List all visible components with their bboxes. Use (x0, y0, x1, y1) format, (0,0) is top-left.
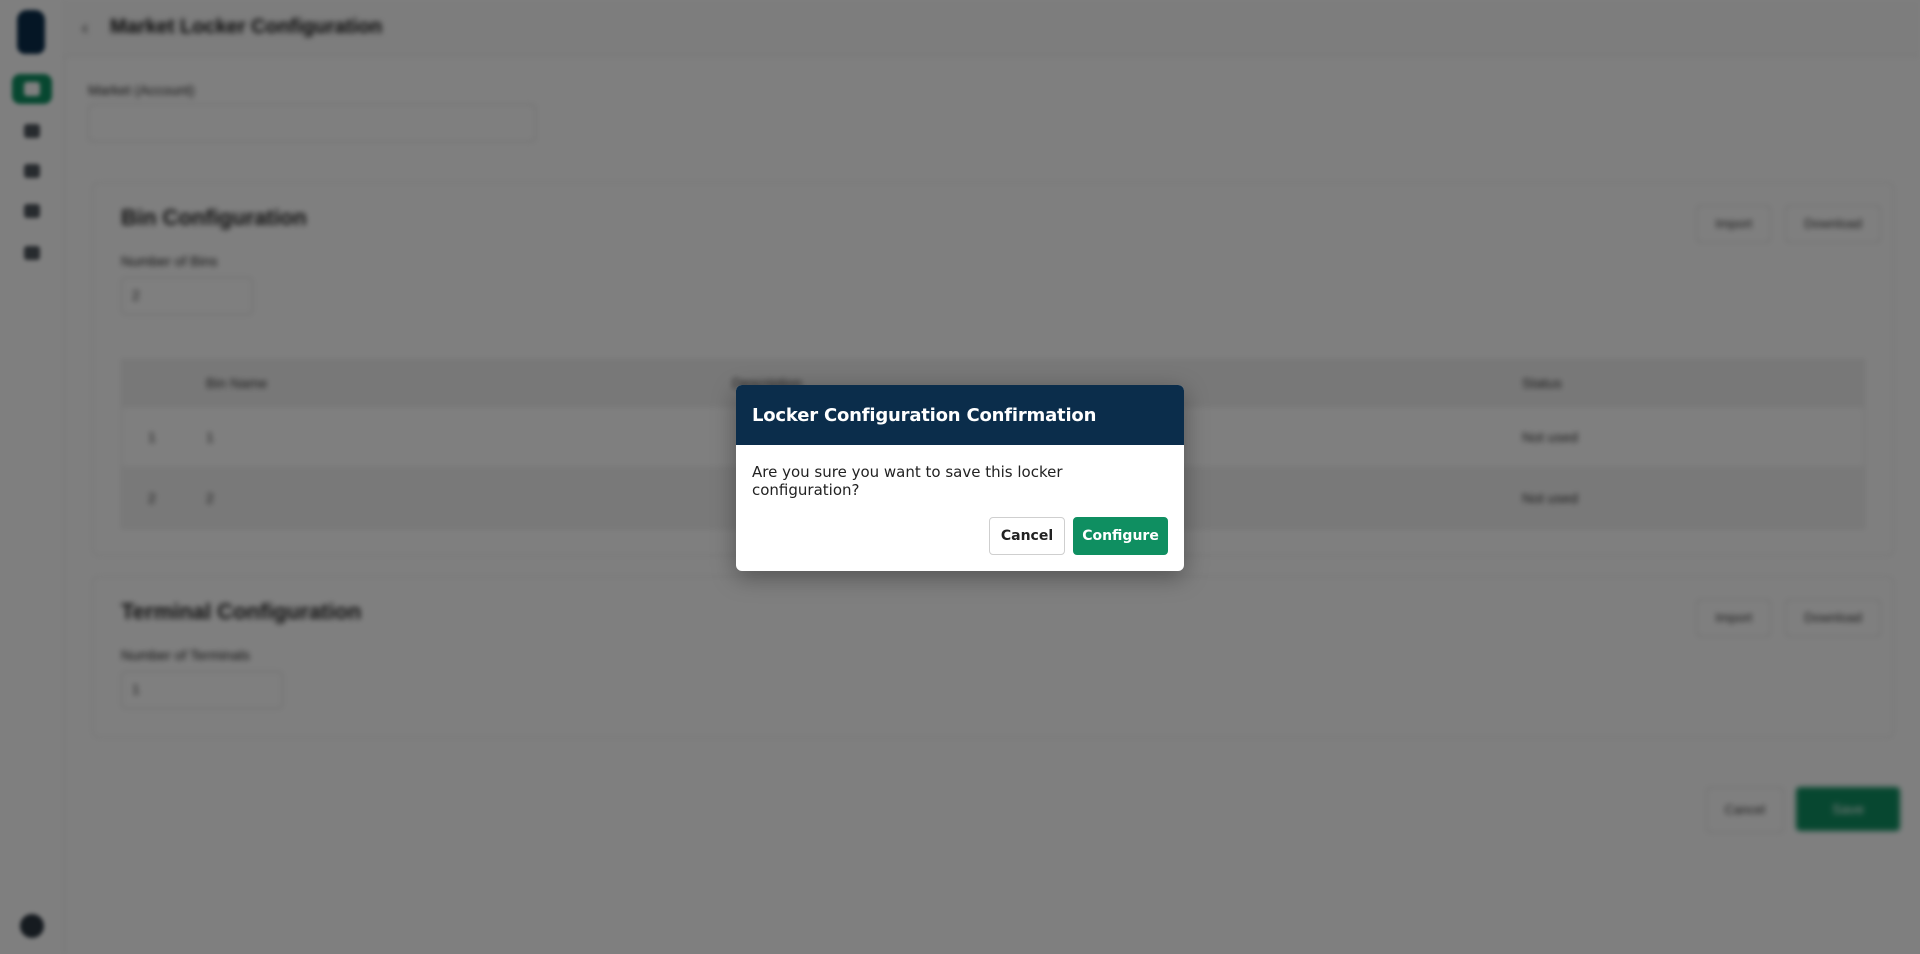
modal-title: Locker Configuration Confirmation (736, 385, 1184, 445)
app-root: ‹ Market Locker Configuration Market (Ac… (0, 0, 1920, 954)
confirmation-modal: Locker Configuration Confirmation Are yo… (736, 385, 1184, 571)
modal-footer: Cancel Configure (989, 517, 1168, 555)
modal-message: Are you sure you want to save this locke… (752, 463, 1063, 499)
cancel-button[interactable]: Cancel (989, 517, 1065, 555)
configure-button[interactable]: Configure (1073, 517, 1168, 555)
